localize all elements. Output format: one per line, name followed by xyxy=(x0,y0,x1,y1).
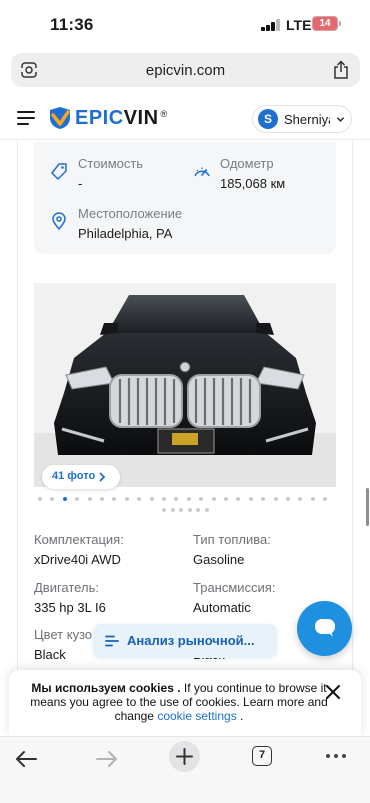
gallery-dot[interactable] xyxy=(170,508,175,512)
status-time: 11:36 xyxy=(50,15,94,34)
gallery-dot[interactable] xyxy=(75,497,80,501)
gallery-dot[interactable] xyxy=(211,497,216,501)
location-label: Местоположение xyxy=(78,206,183,221)
share-icon[interactable] xyxy=(332,60,350,80)
gallery-dot[interactable] xyxy=(196,508,200,512)
gallery-dot[interactable] xyxy=(273,497,278,501)
avatar: S xyxy=(258,109,278,129)
cookie-banner: Мы используем cookies . If you continue … xyxy=(9,670,361,736)
gallery-dot[interactable] xyxy=(162,508,166,512)
odometer-label: Одометр xyxy=(220,156,274,171)
gallery-dot[interactable] xyxy=(248,497,253,501)
gallery-dot[interactable] xyxy=(323,497,328,501)
site-header: EPICVIN ® S Sherniyaz xyxy=(0,96,370,140)
logo-registered-mark: ® xyxy=(160,109,168,119)
gallery-dot[interactable] xyxy=(286,497,290,501)
forward-arrow-icon[interactable] xyxy=(91,744,121,774)
trim-value: xDrive40i AWD xyxy=(34,552,121,567)
user-menu-button[interactable]: S Sherniyaz xyxy=(252,105,352,133)
price-value: - xyxy=(78,176,83,191)
vehicle-summary-card: Стоимость - Одометр 185,068 км Местополо… xyxy=(34,142,336,254)
gallery-dot[interactable] xyxy=(162,497,166,501)
signal-icon xyxy=(261,19,281,31)
trim-label: Комплектация: xyxy=(34,532,124,547)
gallery-dot[interactable] xyxy=(87,497,92,501)
gallery-dot[interactable] xyxy=(38,497,42,501)
page: 11:36 LTE 14 epicvin.com EPICVIN ® S She… xyxy=(0,0,370,803)
list-icon xyxy=(105,635,119,647)
logo[interactable]: EPICVIN ® xyxy=(49,105,167,131)
gallery-dot[interactable] xyxy=(187,508,192,512)
gallery-dot[interactable] xyxy=(204,508,209,512)
photos-count-button[interactable]: 41 фото xyxy=(42,465,120,489)
scrollbar[interactable] xyxy=(366,488,369,526)
battery-tip xyxy=(339,21,341,26)
fuel-value: Gasoline xyxy=(193,552,245,567)
location-pin-icon xyxy=(52,212,66,231)
plus-icon xyxy=(176,748,193,765)
url-bar[interactable]: epicvin.com xyxy=(11,53,360,87)
browser-toolbar: 7 xyxy=(0,736,370,803)
status-bar: 11:36 LTE 14 xyxy=(0,0,370,50)
fuel-label: Тип топлива: xyxy=(193,532,271,547)
gallery-dot[interactable] xyxy=(62,497,67,501)
transmission-label: Трансмиссия: xyxy=(193,580,276,595)
tabs-button[interactable]: 7 xyxy=(252,746,272,766)
car-image xyxy=(34,283,336,487)
logo-text-vin: VIN xyxy=(123,106,159,129)
engine-label: Двигатель: xyxy=(34,580,99,595)
cookie-settings-link[interactable]: cookie settings xyxy=(157,709,236,723)
color-label: Цвет кузо xyxy=(34,627,93,642)
gallery-dot[interactable] xyxy=(199,497,204,501)
odometer-value: 185,068 км xyxy=(220,176,286,191)
gallery-dot[interactable] xyxy=(137,497,142,501)
gallery-dot[interactable] xyxy=(298,497,303,501)
battery-level: 14 xyxy=(319,18,331,29)
gallery-dot[interactable] xyxy=(149,497,154,501)
gallery-dot[interactable] xyxy=(310,497,315,501)
back-arrow-icon[interactable] xyxy=(12,744,42,774)
cookie-title: Мы используем cookies . xyxy=(31,681,181,695)
cookie-text: Мы используем cookies . If you continue … xyxy=(29,681,329,723)
chevron-right-icon xyxy=(99,472,106,482)
logo-shield-icon xyxy=(50,107,70,129)
gallery-dot[interactable] xyxy=(261,497,266,501)
market-analysis-label: Анализ рыночной... xyxy=(127,633,255,648)
location-value: Philadelphia, PA xyxy=(78,226,173,241)
cookie-end: . xyxy=(236,709,244,723)
network-type: LTE xyxy=(286,17,312,33)
transmission-value: Automatic xyxy=(193,600,251,615)
chevron-down-icon xyxy=(336,117,345,122)
gallery-dot[interactable] xyxy=(236,497,241,501)
menu-icon[interactable] xyxy=(17,111,35,125)
more-icon[interactable] xyxy=(326,754,348,760)
chat-button[interactable] xyxy=(297,601,352,656)
gallery-pagination[interactable] xyxy=(36,495,336,515)
photos-count-label: 41 фото xyxy=(52,470,96,482)
gallery-dot[interactable] xyxy=(186,497,191,501)
market-analysis-button[interactable]: Анализ рыночной... xyxy=(93,624,277,658)
new-tab-button[interactable] xyxy=(169,741,200,772)
gallery-dot[interactable] xyxy=(224,497,228,501)
close-icon[interactable] xyxy=(325,684,341,700)
url-text[interactable]: epicvin.com xyxy=(11,62,360,79)
odometer-icon xyxy=(194,167,210,177)
gallery-dot[interactable] xyxy=(112,497,117,501)
gallery-dot[interactable] xyxy=(174,497,179,501)
engine-value: 335 hp 3L I6 xyxy=(34,600,106,615)
gallery-dot[interactable] xyxy=(124,497,129,501)
price-tag-icon xyxy=(51,163,67,180)
gallery-dot[interactable] xyxy=(179,508,183,512)
battery-icon: 14 xyxy=(312,16,338,31)
gallery-dot[interactable] xyxy=(100,497,104,501)
color-value: Black xyxy=(34,647,66,662)
user-name: Sherniyaz xyxy=(284,112,330,127)
logo-text-epic: EPIC xyxy=(75,106,124,129)
price-label: Стоимость xyxy=(78,156,144,171)
gallery-dot[interactable] xyxy=(50,497,55,501)
chat-icon xyxy=(315,619,335,637)
vehicle-photo[interactable] xyxy=(34,283,336,487)
